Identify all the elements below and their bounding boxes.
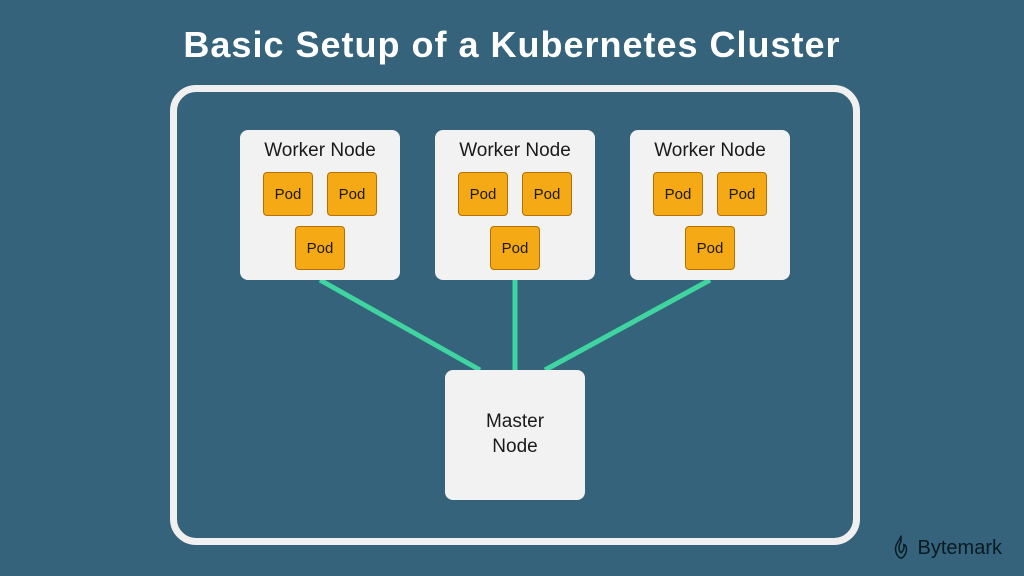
pod: Pod [295,226,345,270]
brand-logo: Bytemark [890,534,1002,562]
pod: Pod [717,172,767,216]
pod: Pod [653,172,703,216]
worker-node: Worker Node Pod Pod Pod [240,130,400,280]
worker-node: Worker Node Pod Pod Pod [630,130,790,280]
pod: Pod [458,172,508,216]
brand-name: Bytemark [918,537,1002,560]
pod: Pod [263,172,313,216]
page-title: Basic Setup of a Kubernetes Cluster [0,0,1024,66]
pod: Pod [327,172,377,216]
master-node-label: Master Node [486,410,544,459]
bytemark-icon [890,534,912,562]
worker-node-label: Worker Node [240,140,400,162]
worker-node-label: Worker Node [630,140,790,162]
worker-node-label: Worker Node [435,140,595,162]
pod: Pod [522,172,572,216]
master-node: Master Node [445,370,585,500]
pod: Pod [490,226,540,270]
pod: Pod [685,226,735,270]
worker-node: Worker Node Pod Pod Pod [435,130,595,280]
